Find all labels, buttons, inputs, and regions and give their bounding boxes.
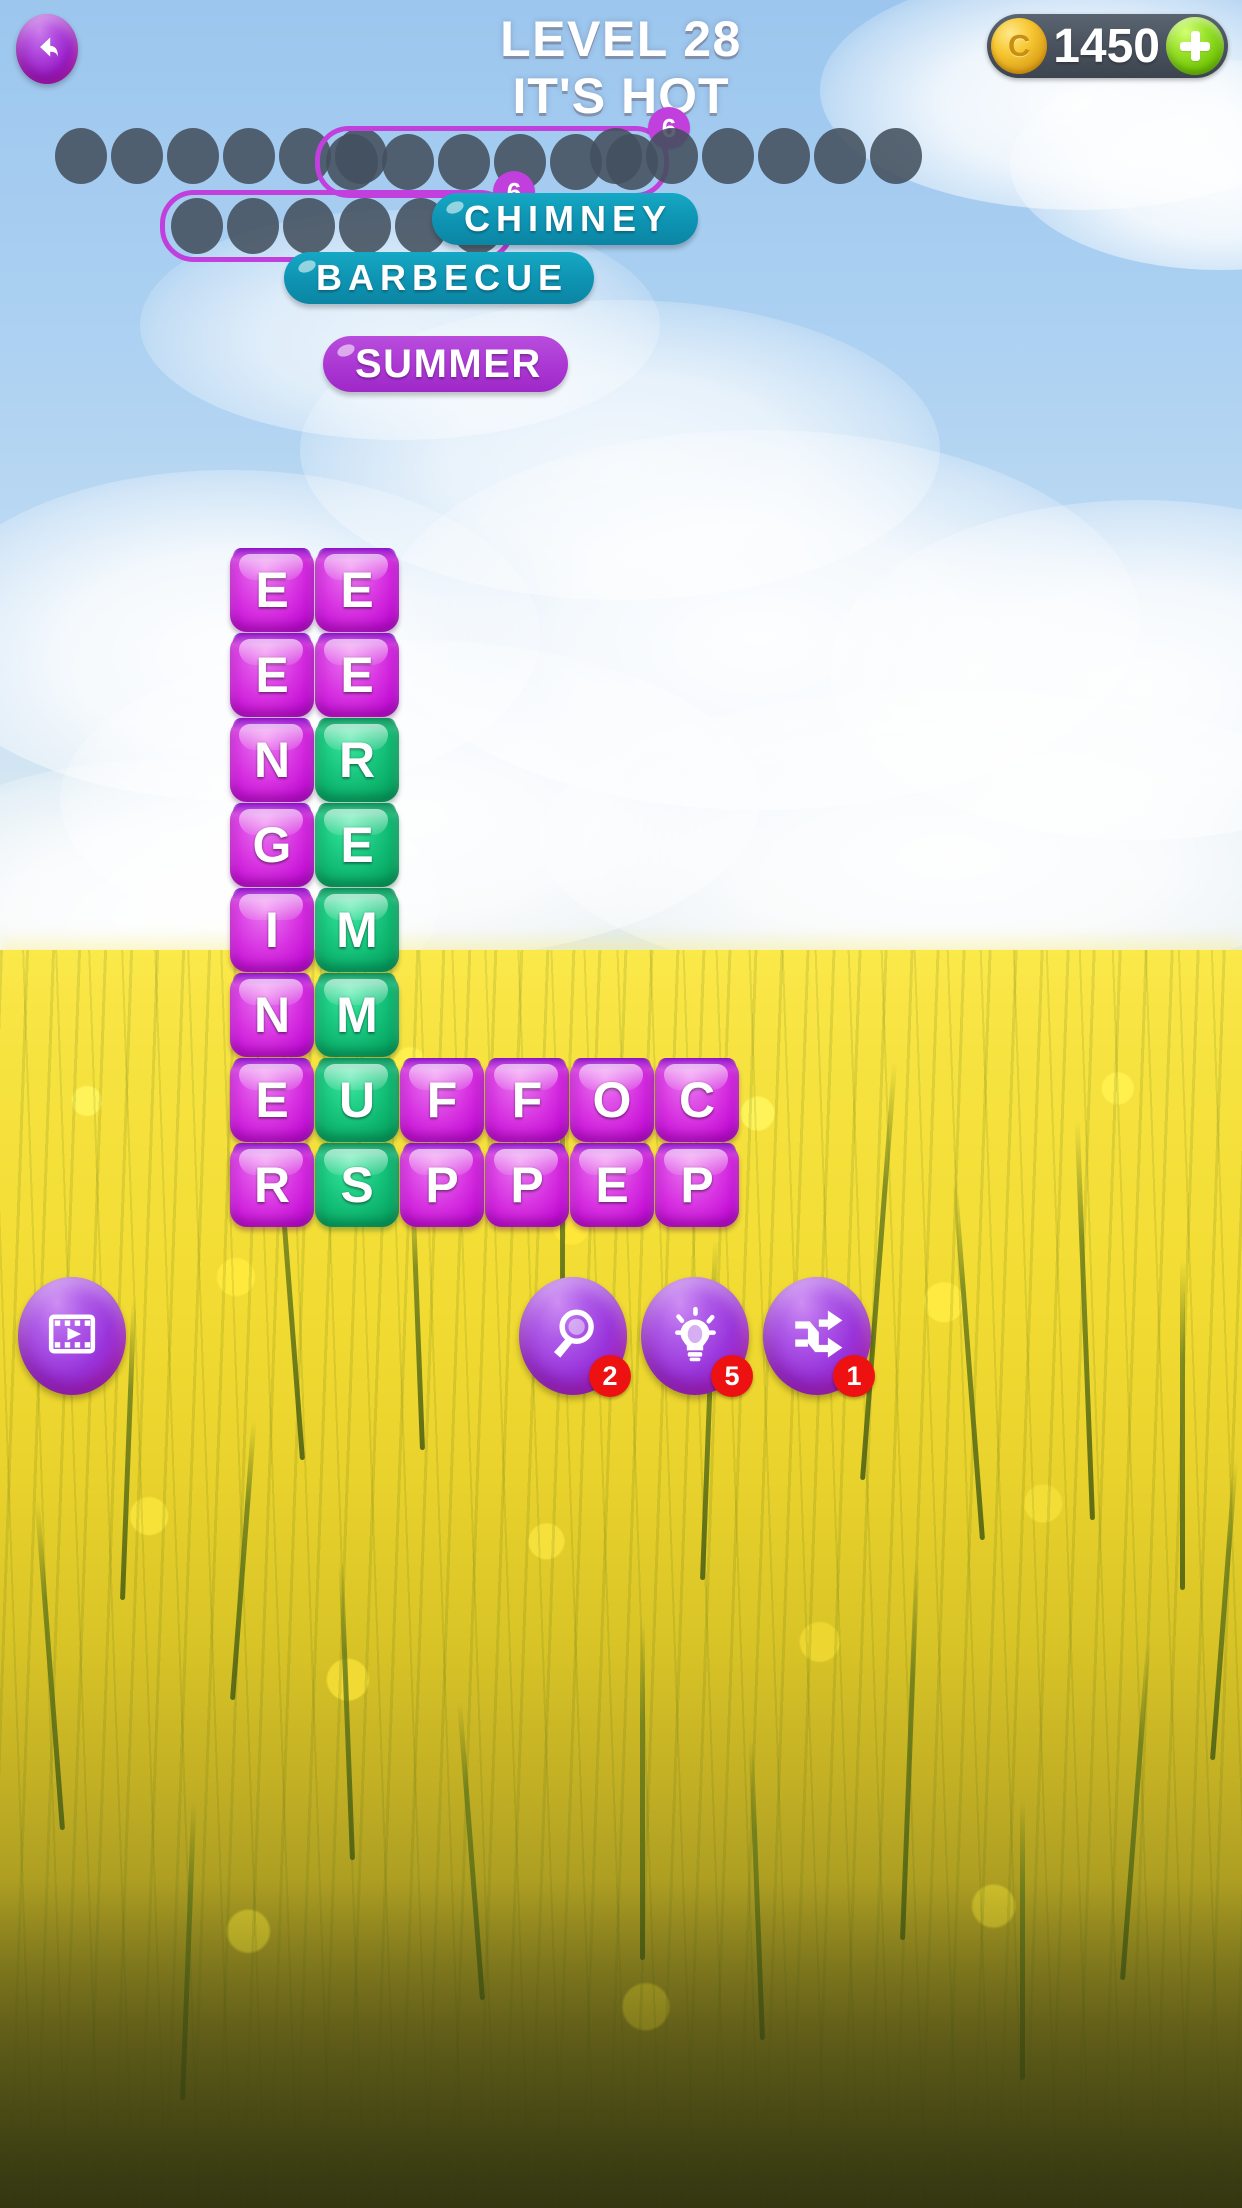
letter-tile[interactable]: P xyxy=(400,1143,484,1227)
found-word-label: CHIMNEY xyxy=(464,198,673,239)
letter-slot-dot xyxy=(339,198,391,254)
letter-tile[interactable]: E xyxy=(315,633,399,717)
tile-letter: N xyxy=(253,987,291,1043)
tile-letter: E xyxy=(340,817,374,873)
tile-letter: M xyxy=(336,987,378,1043)
letter-tile[interactable]: I xyxy=(230,888,314,972)
field-stem xyxy=(1180,1260,1185,1590)
tile-letter: E xyxy=(595,1157,629,1213)
letter-tile[interactable]: E xyxy=(315,548,399,632)
coin-value: 1450 xyxy=(1053,19,1160,73)
watch-video-button[interactable] xyxy=(18,1277,126,1395)
shuffle-icon xyxy=(788,1305,846,1368)
letter-tile[interactable]: M xyxy=(315,973,399,1057)
letter-tile[interactable]: O xyxy=(570,1058,654,1142)
tile-letter: N xyxy=(253,732,291,788)
letter-slot-dot xyxy=(283,198,335,254)
letter-slot-dot xyxy=(382,134,434,190)
tile-letter: S xyxy=(340,1157,374,1213)
letter-tile[interactable]: E xyxy=(570,1143,654,1227)
lightbulb-hint-button[interactable]: 5 xyxy=(641,1277,753,1397)
letter-slot-dot xyxy=(223,128,275,184)
letter-slot-dot xyxy=(227,198,279,254)
letter-slot-dot xyxy=(111,128,163,184)
game-screen: LEVEL 28 IT'S HOT C 1450 6 CHIMNEY BARBE… xyxy=(0,0,1242,2208)
shuffle-button[interactable]: 1 xyxy=(763,1277,875,1397)
tile-letter: E xyxy=(255,647,289,703)
tile-letter: G xyxy=(252,817,292,873)
tile-letter: E xyxy=(340,562,374,618)
letter-tile[interactable]: E xyxy=(230,1058,314,1142)
tile-letter: M xyxy=(336,902,378,958)
tile-letter: E xyxy=(255,562,289,618)
search-hint-button[interactable]: 2 xyxy=(519,1277,631,1397)
letter-tile[interactable]: F xyxy=(485,1058,569,1142)
letter-tile[interactable]: R xyxy=(230,1143,314,1227)
tile-letter: I xyxy=(265,902,279,958)
tile-letter: E xyxy=(340,647,374,703)
found-word-label: BARBECUE xyxy=(316,257,569,298)
found-word-summer: SUMMER xyxy=(323,336,568,392)
letter-slot-dot xyxy=(702,128,754,184)
letter-tile[interactable]: S xyxy=(315,1143,399,1227)
letter-tile[interactable]: E xyxy=(230,548,314,632)
letter-tile[interactable]: E xyxy=(315,803,399,887)
letter-slot-dot xyxy=(646,128,698,184)
tile-letter: P xyxy=(680,1157,714,1213)
tile-letter: C xyxy=(678,1072,716,1128)
letter-tile[interactable]: P xyxy=(485,1143,569,1227)
add-coins-button[interactable] xyxy=(1166,17,1224,75)
letter-slot-dot xyxy=(590,128,642,184)
letter-tile[interactable]: N xyxy=(230,973,314,1057)
letter-tile[interactable]: F xyxy=(400,1058,484,1142)
tile-letter: F xyxy=(426,1072,458,1128)
hint-count-badge: 2 xyxy=(589,1355,631,1397)
letter-slot-dot xyxy=(326,134,378,190)
tile-letter: E xyxy=(255,1072,289,1128)
slot-row xyxy=(590,128,922,184)
found-word-chimney: CHIMNEY xyxy=(432,193,699,245)
letter-tile[interactable]: R xyxy=(315,718,399,802)
letter-slot-dot xyxy=(167,128,219,184)
letter-tile[interactable]: N xyxy=(230,718,314,802)
tile-letter: U xyxy=(338,1072,376,1128)
tile-letter: P xyxy=(425,1157,459,1213)
letter-slot-dot xyxy=(55,128,107,184)
field-shadow-overlay xyxy=(0,1880,1242,2208)
lightbulb-icon xyxy=(666,1305,724,1368)
coin-counter[interactable]: C 1450 xyxy=(987,14,1228,78)
tile-letter: O xyxy=(592,1072,632,1128)
letter-slot-dot xyxy=(814,128,866,184)
slot-group xyxy=(590,128,922,184)
found-word-barbecue: BARBECUE xyxy=(284,252,595,304)
hint-count-badge: 1 xyxy=(833,1355,875,1397)
coin-icon: C xyxy=(991,18,1048,74)
tile-letter: R xyxy=(338,732,376,788)
letter-slot-dot xyxy=(438,134,490,190)
letter-slot-dot xyxy=(870,128,922,184)
tile-letter: R xyxy=(253,1157,291,1213)
tile-letter: F xyxy=(511,1072,543,1128)
found-word-label: SUMMER xyxy=(355,341,542,386)
hint-count-badge: 5 xyxy=(711,1355,753,1397)
tile-letter: P xyxy=(510,1157,544,1213)
letter-tile[interactable]: U xyxy=(315,1058,399,1142)
magnifier-icon xyxy=(544,1305,602,1368)
letter-tile[interactable]: C xyxy=(655,1058,739,1142)
letter-tile[interactable]: P xyxy=(655,1143,739,1227)
letter-slot-dot xyxy=(758,128,810,184)
video-reward-icon xyxy=(43,1305,101,1368)
letter-slot-dot xyxy=(171,198,223,254)
letter-tile[interactable]: G xyxy=(230,803,314,887)
letter-tile[interactable]: M xyxy=(315,888,399,972)
letter-tile[interactable]: E xyxy=(230,633,314,717)
